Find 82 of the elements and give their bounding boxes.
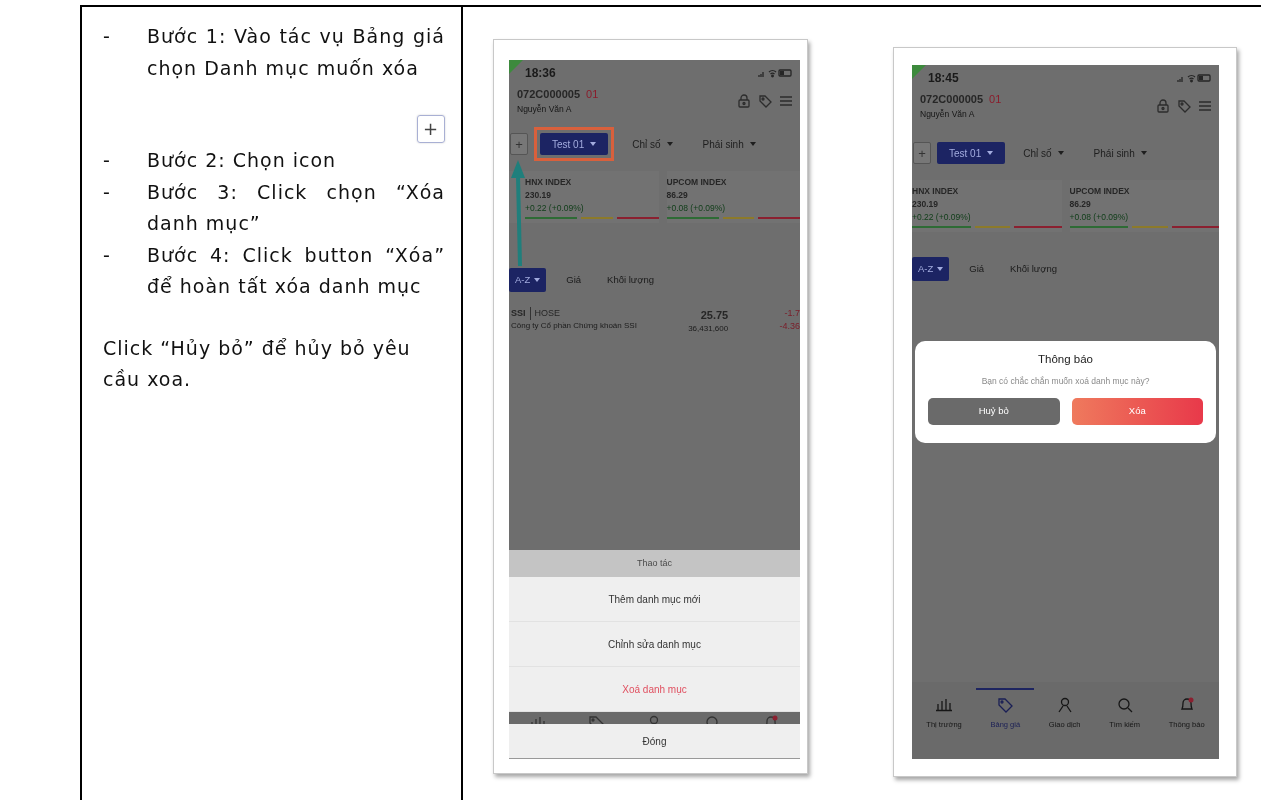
caret-icon [749, 142, 756, 147]
step-text: Bước 2: Chọn icon [147, 148, 337, 173]
account-number: 072C000005 [920, 93, 983, 105]
action-sheet-item[interactable]: Thêm danh mục mới [509, 577, 800, 622]
index-name: UPCOM INDEX [1069, 185, 1131, 198]
delete-button[interactable]: Xóa [1071, 397, 1203, 425]
watchlist-tab[interactable]: Chỉ số [620, 133, 685, 156]
sort-tab[interactable]: Giá [560, 267, 588, 292]
account-holder: Nguyễn Văn A [517, 102, 573, 116]
corner-ribbon-icon [912, 65, 926, 79]
step-text: Bước 3: Click chọn “Xóa danh mục” [147, 179, 445, 236]
sort-tab[interactable]: A-Z [509, 267, 547, 292]
action-sheet-item[interactable]: Xoá danh mục [509, 667, 800, 712]
account-number: 072C000005 [517, 88, 580, 100]
tag-icon [758, 93, 772, 108]
sort-tab[interactable]: A-Z [912, 256, 950, 281]
sort-tab[interactable]: Khối lượng [1004, 256, 1064, 281]
list-dash: - [103, 179, 112, 205]
index-change: +0.08 (+0.09%) [1069, 210, 1130, 224]
index-value: 230.19 [912, 198, 939, 211]
caret-icon [534, 277, 541, 282]
watchlist-tab[interactable]: Chỉ số [1011, 142, 1076, 165]
watchlist-tab[interactable]: Test 01 [937, 142, 1006, 165]
status-icons-icon [1177, 72, 1211, 83]
clock-time: 18:45 [928, 69, 959, 87]
index-value: 230.19 [525, 189, 552, 202]
index-value: 86.29 [1069, 198, 1092, 211]
bar-chart-icon [935, 696, 954, 714]
lock-icon [738, 93, 750, 108]
action-sheet-title: Thao tác [509, 550, 800, 577]
corner-ribbon-icon [509, 60, 523, 74]
add-button[interactable]: + [510, 133, 528, 156]
dialog-message: Bạn có chắc chắn muốn xoá danh mục này? [980, 375, 1151, 388]
cancel-button[interactable]: Huỷ bỏ [928, 397, 1060, 425]
action-sheet-item[interactable]: Chỉnh sửa danh mục [509, 622, 800, 667]
lock-icon [1157, 98, 1169, 113]
stock-exchange: HOSE [534, 306, 561, 320]
tag-icon [996, 696, 1015, 714]
list-dash: - [103, 24, 112, 49]
account-holder: Nguyễn Văn A [920, 107, 976, 121]
price-change-percent: -4.36 [779, 320, 800, 334]
index-change: +0.08 (+0.09%) [666, 201, 727, 215]
caret-icon [937, 266, 944, 271]
status-icons-icon [758, 67, 792, 78]
clock-time: 18:36 [525, 64, 556, 82]
menu-icon [1199, 100, 1211, 111]
list-dash: - [103, 242, 112, 268]
list-dash: - [103, 148, 112, 173]
sort-tab[interactable]: Khối lượng [601, 267, 661, 292]
stock-volume: 36,431,600 [688, 323, 729, 336]
caret-icon [666, 142, 673, 147]
close-button[interactable]: Đóng [509, 724, 800, 759]
selected-indicator [976, 688, 1035, 690]
caret-icon [590, 142, 597, 147]
sort-tab[interactable]: Giá [963, 256, 991, 281]
index-change: +0.22 (+0.09%) [525, 201, 585, 215]
index-name: UPCOM INDEX [666, 176, 728, 189]
menu-icon [780, 95, 792, 106]
add-button[interactable]: + [913, 142, 931, 165]
watchlist-tab[interactable]: Phái sinh [1081, 142, 1159, 165]
step-text: Bước 4: Click button “Xóa” để hoàn tất xóa danh mục [147, 242, 445, 299]
stock-price: 25.75 [699, 307, 729, 323]
company-name: Công ty Cổ phần Chứng khoán SSI [511, 320, 637, 333]
search-icon [1115, 696, 1134, 714]
price-change: -1.7 [783, 306, 800, 320]
tag-icon [1177, 98, 1191, 113]
sub-account: 01 [586, 88, 599, 100]
caret-icon [1140, 151, 1147, 156]
watchlist-tab[interactable]: Phái sinh [690, 133, 768, 156]
index-change: +0.22 (+0.09%) [912, 210, 972, 224]
caret-icon [1057, 151, 1064, 156]
plus-box-icon: + [417, 115, 445, 143]
dialog-title: Thông báo [1037, 351, 1094, 367]
watchlist-tab[interactable]: Test 01 [540, 133, 609, 156]
index-name: HNX INDEX [525, 176, 573, 189]
index-name: HNX INDEX [912, 185, 960, 198]
caret-icon [987, 151, 994, 156]
sub-account: 01 [989, 93, 1002, 105]
index-value: 86.29 [666, 189, 689, 202]
note-text: Click “Hủy bỏ” để hủy bỏ yêu cầu xoa. [103, 335, 412, 392]
step-text: Bước 1: Vào tác vụ Bảng giá chọn Danh mục muốn xóa [147, 24, 445, 81]
stock-symbol: SSI [511, 306, 526, 320]
